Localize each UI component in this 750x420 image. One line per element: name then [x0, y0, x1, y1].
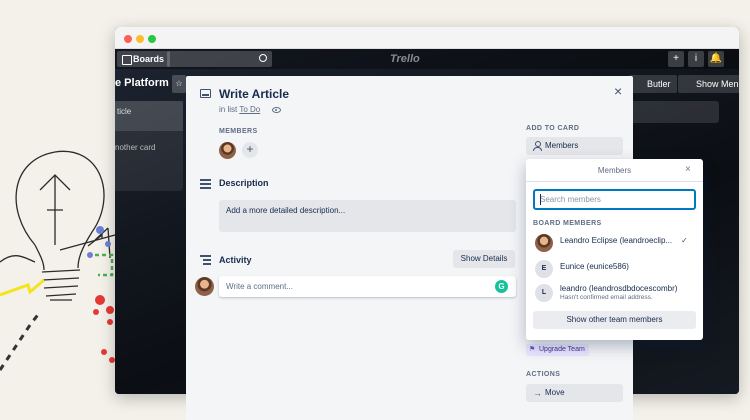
card-icon — [200, 89, 211, 98]
move-button-label: Move — [545, 388, 565, 397]
members-button-label: Members — [545, 141, 579, 150]
header-search-input[interactable] — [167, 51, 272, 67]
member-option[interactable]: Leandro Eclipse (leandroeclip... ✓ — [533, 232, 696, 256]
list-link[interactable]: To Do — [239, 105, 260, 114]
close-icon[interactable]: × — [614, 84, 622, 98]
boards-button[interactable]: Boards — [117, 51, 171, 67]
add-member-button[interactable]: + — [242, 142, 258, 158]
actions-heading: ACTIONS — [526, 371, 561, 378]
description-input[interactable]: Add a more detailed description... — [219, 200, 516, 232]
members-heading: MEMBERS — [219, 128, 258, 135]
trello-logo: Trello — [390, 53, 420, 65]
popover-title: Members — [526, 159, 703, 182]
member-initial-avatar: L — [535, 284, 553, 302]
upgrade-team-button[interactable]: Upgrade Team — [526, 344, 589, 356]
show-details-button[interactable]: Show Details — [453, 250, 515, 268]
search-members-placeholder: Search members — [540, 195, 601, 204]
board-list-right[interactable]: ist — [623, 101, 719, 123]
list-card[interactable]: ticle — [115, 101, 183, 131]
window-titlebar — [115, 27, 739, 49]
member-avatar[interactable] — [219, 142, 236, 159]
check-icon: ✓ — [681, 236, 688, 245]
search-icon — [259, 54, 267, 62]
members-button[interactable]: Members — [526, 137, 623, 155]
person-icon — [533, 141, 542, 151]
search-members-input[interactable]: Search members — [533, 189, 696, 210]
close-icon[interactable]: × — [685, 164, 691, 175]
info-button[interactable]: i — [688, 51, 704, 67]
description-title: Description — [219, 178, 269, 188]
board-members-heading: BOARD MEMBERS — [533, 220, 602, 227]
add-to-card-heading: ADD TO CARD — [526, 125, 580, 132]
close-window-button[interactable] — [124, 35, 132, 43]
butler-button[interactable]: Butler — [629, 75, 677, 93]
maximize-window-button[interactable] — [148, 35, 156, 43]
trello-header: Boards Trello + i 🔔 — [115, 49, 739, 69]
grammarly-icon[interactable]: G — [495, 280, 508, 293]
add-another-card-button[interactable]: nother card — [115, 143, 155, 152]
show-menu-button[interactable]: Show Menu — [678, 75, 739, 93]
member-status: Hasn't confirmed email address. — [560, 294, 653, 301]
activity-icon — [200, 255, 211, 267]
member-option[interactable]: L leandro (leandrosdbdocescombr) Hasn't … — [533, 282, 696, 306]
members-popover: Members × Search members BOARD MEMBERS L… — [526, 159, 703, 340]
board-list: ticle nother card — [115, 101, 183, 191]
member-option[interactable]: E Eunice (eunice586) — [533, 258, 696, 282]
card-list-info: in list To Do — [219, 105, 260, 114]
board-title[interactable]: e Platform — [115, 77, 169, 89]
activity-title: Activity — [219, 255, 252, 265]
move-button[interactable]: → Move — [526, 384, 623, 402]
member-name: leandro (leandrosdbdocescombr) — [560, 284, 678, 293]
description-icon — [200, 179, 211, 191]
arrow-right-icon: → — [533, 388, 542, 398]
member-avatar — [535, 234, 553, 252]
eye-icon[interactable] — [272, 107, 281, 113]
comment-placeholder: Write a comment... — [226, 282, 293, 291]
notifications-bell-icon[interactable]: 🔔 — [708, 51, 724, 67]
card-title[interactable]: Write Article — [219, 87, 289, 101]
star-icon[interactable]: ☆ — [172, 75, 186, 93]
current-user-avatar — [195, 277, 214, 296]
minimize-window-button[interactable] — [136, 35, 144, 43]
in-list-prefix: in list — [219, 105, 238, 114]
member-name: Leandro Eclipse (leandroeclip... — [560, 236, 673, 245]
member-name: Eunice (eunice586) — [560, 262, 629, 271]
member-initial-avatar: E — [535, 260, 553, 278]
create-button[interactable]: + — [668, 51, 684, 67]
comment-input[interactable]: Write a comment... G — [219, 276, 516, 297]
show-other-team-members-button[interactable]: Show other team members — [533, 311, 696, 329]
